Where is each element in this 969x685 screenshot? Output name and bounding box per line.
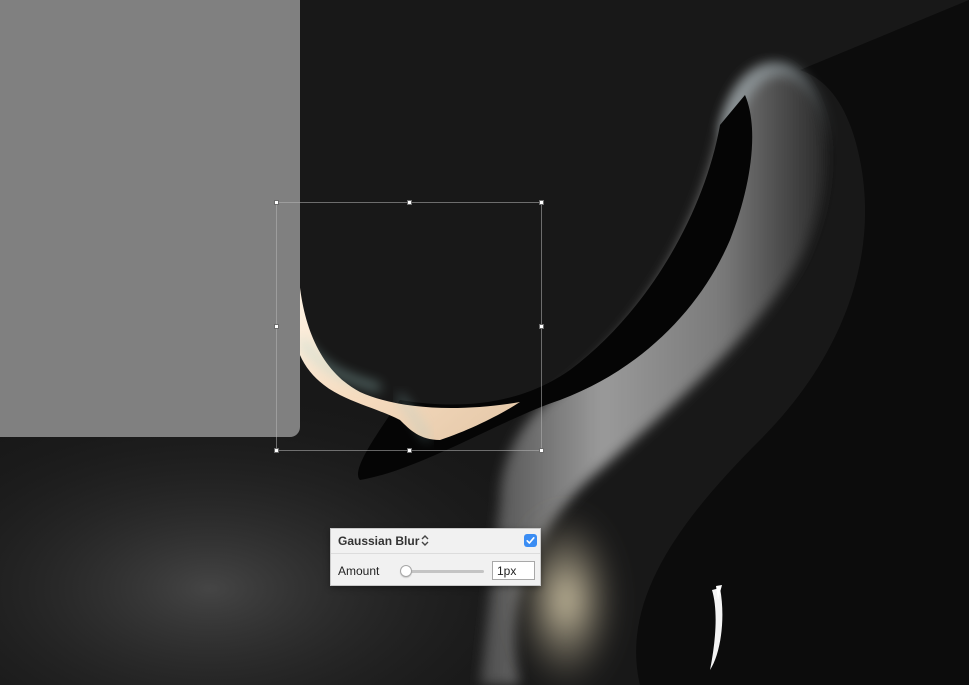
resize-handle-bottom-right[interactable]	[539, 448, 544, 453]
resize-handle-middle-right[interactable]	[539, 324, 544, 329]
amount-label: Amount	[338, 564, 380, 578]
checkmark-icon	[526, 537, 535, 544]
gray-rectangle-shape[interactable]	[0, 0, 300, 437]
amount-slider-track[interactable]	[406, 570, 484, 573]
up-down-chevron-icon[interactable]	[420, 534, 430, 547]
resize-handle-bottom-left[interactable]	[274, 448, 279, 453]
resize-handle-middle-left[interactable]	[274, 324, 279, 329]
resize-handle-bottom-center[interactable]	[407, 448, 412, 453]
resize-handle-top-center[interactable]	[407, 200, 412, 205]
amount-value-field[interactable]	[492, 561, 535, 580]
effect-panel: Gaussian Blur Amount	[330, 528, 541, 586]
effect-type-label[interactable]: Gaussian Blur	[338, 534, 419, 548]
design-canvas[interactable]: Gaussian Blur Amount	[0, 0, 969, 685]
amount-slider-knob[interactable]	[400, 565, 412, 577]
selection-bounding-box[interactable]	[274, 200, 544, 453]
effect-enabled-checkbox[interactable]	[524, 534, 537, 547]
effect-panel-header: Gaussian Blur	[331, 529, 540, 554]
resize-handle-top-left[interactable]	[274, 200, 279, 205]
resize-handle-top-right[interactable]	[539, 200, 544, 205]
